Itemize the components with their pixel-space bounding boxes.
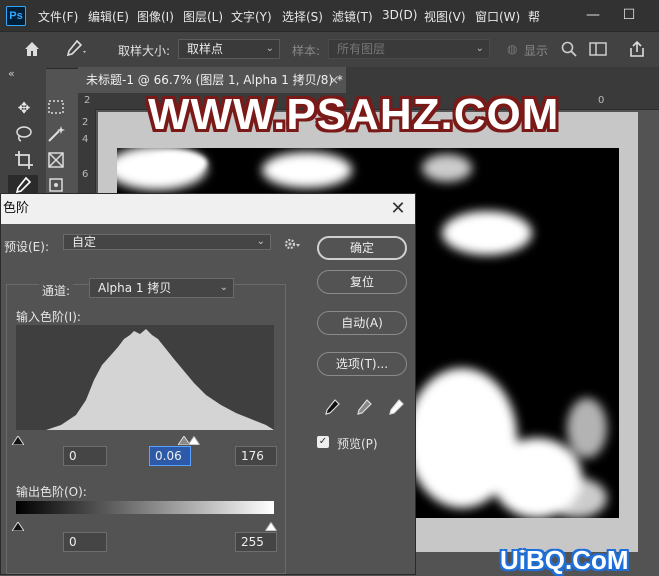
menu-layer[interactable]: 图层(L)	[183, 8, 223, 25]
menu-3d[interactable]: 3D(D)	[382, 8, 417, 22]
menu-select[interactable]: 选择(S)	[282, 8, 323, 25]
sample-label: 样本:	[292, 44, 321, 58]
menu-image[interactable]: 图像(I)	[137, 8, 174, 25]
collapse-icon[interactable]: «	[8, 67, 15, 80]
move-tool-icon[interactable]: ✥	[14, 98, 34, 118]
sample-value: 所有图层	[337, 42, 386, 56]
photoshop-logo: Ps	[6, 6, 26, 26]
eyedropper-tool-icon[interactable]	[63, 38, 87, 64]
input-black-field[interactable]: 0	[63, 446, 107, 466]
levels-dialog: 色阶 ✕ 预设(E): 自定 ⌄ 通道: Alpha 1 拷贝 ⌄ 输入色阶(I…	[0, 193, 416, 575]
document-tab-title: 未标题-1 @ 66.7% (图层 1, Alpha 1 拷贝/8) *	[86, 73, 343, 87]
chevron-down-icon: ⌄	[219, 282, 228, 293]
menu-file[interactable]: 文件(F)	[38, 8, 78, 25]
input-black-slider-icon[interactable]	[11, 430, 25, 449]
menu-window[interactable]: 窗口(W)	[475, 8, 520, 25]
options-button[interactable]: 选项(T)...	[317, 352, 407, 376]
chevron-down-icon: ⌄	[265, 43, 274, 54]
options-bar: 取样大小: 取样点 ⌄ 样本: 所有图层 ⌄ ◍ 显示	[0, 31, 659, 69]
channel-label: 通道:	[39, 282, 74, 299]
workspace-icon[interactable]	[588, 40, 608, 62]
menu-edit[interactable]: 编辑(E)	[88, 8, 129, 25]
preset-value: 自定	[72, 235, 97, 249]
restore-button[interactable]: ☐	[618, 4, 640, 26]
gray-eyedropper-icon[interactable]	[355, 398, 373, 416]
ok-button[interactable]: 确定	[317, 236, 407, 260]
output-black-slider-icon[interactable]	[11, 516, 25, 535]
auto-button[interactable]: 自动(A)	[317, 311, 407, 335]
share-icon[interactable]	[627, 39, 647, 63]
minimize-button[interactable]: —	[582, 4, 604, 26]
sample-select[interactable]: 所有图层 ⌄	[328, 39, 490, 59]
gear-icon[interactable]	[283, 236, 301, 256]
marquee-tool-icon[interactable]	[46, 98, 66, 118]
output-white-field[interactable]: 255	[235, 532, 277, 552]
chevron-down-icon: ⌄	[475, 43, 484, 54]
magic-wand-tool-icon[interactable]	[46, 124, 66, 144]
input-levels-label: 输入色阶(I):	[16, 310, 81, 324]
show-label[interactable]: 显示	[524, 42, 548, 59]
ruler-label: 6	[82, 169, 89, 180]
preview-checkbox[interactable]: ✓	[317, 436, 329, 448]
menu-view[interactable]: 视图(V)	[424, 8, 466, 25]
output-levels-label: 输出色阶(O):	[16, 485, 87, 499]
dialog-title-bar: 色阶 ✕	[1, 194, 415, 224]
white-eyedropper-icon[interactable]	[387, 398, 405, 416]
preview-label[interactable]: 预览(P)	[337, 435, 378, 452]
menu-help[interactable]: 帮	[528, 8, 540, 25]
channel-select[interactable]: Alpha 1 拷贝 ⌄	[89, 278, 234, 298]
sample-size-value: 取样点	[187, 42, 224, 56]
show-ring-icon: ◍	[507, 42, 518, 56]
menu-bar: Ps 文件(F) 编辑(E) 图像(I) 图层(L) 文字(Y) 选择(S) 滤…	[0, 0, 659, 31]
ruler-label: 2	[84, 95, 91, 106]
output-gradient-bar	[16, 501, 274, 514]
ruler-label: 4	[82, 134, 89, 145]
watermark-bottom: UiBQ.CoM	[500, 545, 629, 575]
black-eyedropper-icon[interactable]	[323, 398, 341, 416]
dialog-title: 色阶	[3, 201, 30, 216]
sample-size-select[interactable]: 取样点 ⌄	[178, 39, 280, 59]
object-select-tool-icon[interactable]	[46, 175, 66, 195]
watermark-top: WWW.PSAHZ.COM	[148, 90, 560, 139]
input-white-field[interactable]: 176	[235, 446, 277, 466]
sample-size-label: 取样大小:	[118, 44, 171, 58]
preset-label: 预设(E):	[4, 240, 49, 254]
toolbar: « ✥	[0, 67, 65, 197]
close-icon[interactable]: ✕	[387, 198, 409, 220]
histogram	[16, 325, 274, 430]
menu-filter[interactable]: 滤镜(T)	[332, 8, 373, 25]
crop-tool-icon[interactable]	[14, 150, 34, 170]
input-gamma-field[interactable]: 0.06	[149, 446, 191, 466]
output-black-field[interactable]: 0	[63, 532, 107, 552]
histogram-graph	[16, 329, 274, 430]
lasso-tool-icon[interactable]	[14, 124, 34, 144]
ruler-label: 2	[82, 117, 89, 128]
menu-type[interactable]: 文字(Y)	[231, 8, 272, 25]
channel-value: Alpha 1 拷贝	[98, 281, 172, 295]
chevron-down-icon: ⌄	[256, 236, 265, 247]
reset-button[interactable]: 复位	[317, 270, 407, 294]
search-icon[interactable]	[560, 40, 578, 62]
frame-tool-icon[interactable]	[46, 150, 66, 170]
preset-select[interactable]: 自定 ⌄	[63, 234, 271, 250]
ruler-label: 0	[598, 95, 605, 106]
home-icon[interactable]	[22, 39, 42, 63]
